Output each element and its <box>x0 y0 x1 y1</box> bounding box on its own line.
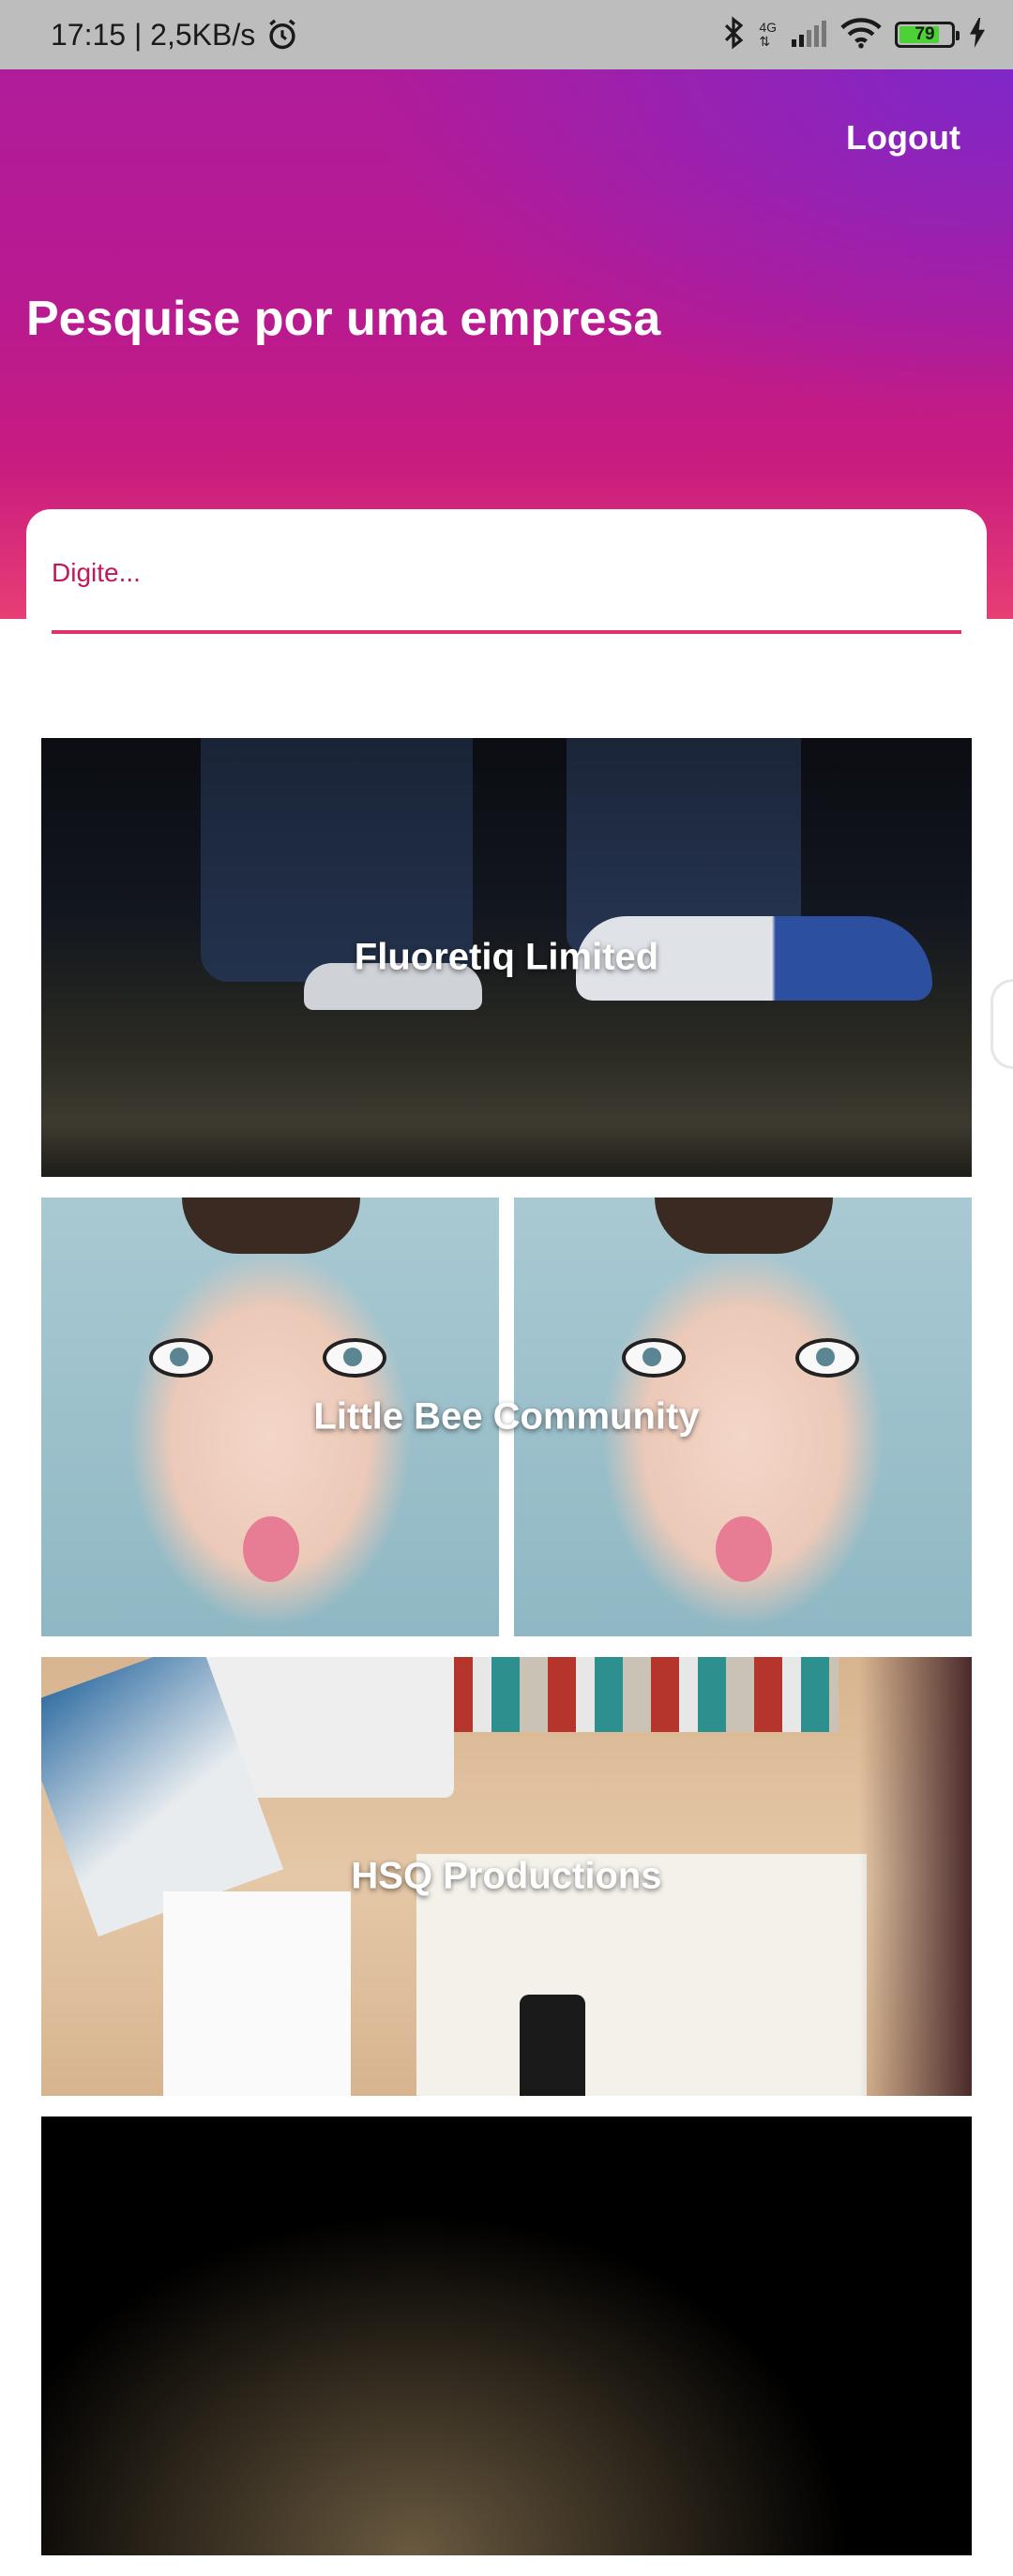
page-title: Pesquise por uma empresa <box>26 292 661 346</box>
search-underline <box>52 630 961 634</box>
company-name: Little Bee Community <box>313 1395 700 1438</box>
network-type: 4G ⇅ <box>759 21 777 49</box>
alarm-icon <box>265 17 300 53</box>
data-arrows-icon: ⇅ <box>759 34 771 49</box>
battery-icon: 79 <box>895 22 960 48</box>
company-card[interactable]: Little Bee Community <box>41 1198 972 1636</box>
company-card[interactable]: Fluoretiq Limited <box>41 738 972 1177</box>
company-list: Fluoretiq Limited Little Bee Community H… <box>41 738 972 2576</box>
status-time-speed: 17:15 | 2,5KB/s <box>51 17 256 52</box>
search-input[interactable] <box>52 547 961 599</box>
company-image <box>41 2117 972 2555</box>
signal-icon <box>790 19 827 52</box>
logout-button[interactable]: Logout <box>846 118 960 158</box>
status-right: 4G ⇅ 79 <box>721 0 987 69</box>
status-left: 17:15 | 2,5KB/s <box>51 0 300 69</box>
search-card <box>26 509 987 645</box>
network-label: 4G <box>759 20 777 35</box>
company-card[interactable] <box>41 2117 972 2555</box>
wifi-icon <box>840 17 882 53</box>
company-card[interactable]: HSQ Productions <box>41 1657 972 2096</box>
bluetooth-icon <box>721 15 746 55</box>
battery-percent: 79 <box>915 24 935 44</box>
company-name: HSQ Productions <box>351 1855 662 1897</box>
status-bar: 17:15 | 2,5KB/s 4G ⇅ 79 <box>0 0 1013 69</box>
edge-gesture-handle[interactable] <box>990 979 1013 1069</box>
company-name: Fluoretiq Limited <box>354 936 659 978</box>
charging-icon <box>968 17 987 53</box>
